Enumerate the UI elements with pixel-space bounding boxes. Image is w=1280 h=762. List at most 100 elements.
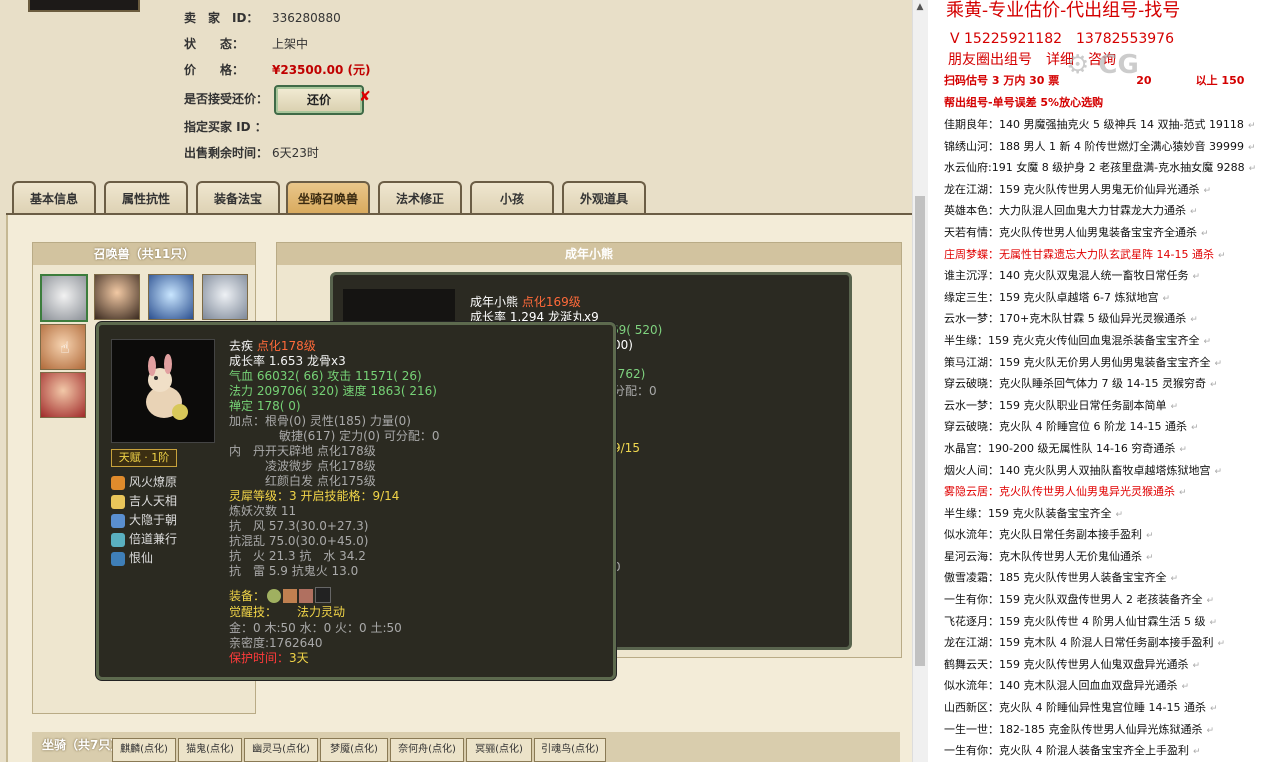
- seller-id-label: 卖 家 ID：: [184, 11, 259, 25]
- tab-child[interactable]: 小孩: [470, 181, 554, 215]
- mount-tab-7[interactable]: 引魂鸟(点化): [534, 738, 606, 762]
- mount-tab-4[interactable]: 梦魇(点化): [320, 738, 388, 762]
- mount-tab-3[interactable]: 幽灵马(点化): [244, 738, 318, 762]
- skill-4: 倍道兼行: [111, 530, 177, 548]
- account-list-item: 策马江湖：159 克火队无价男人男仙男鬼装备宝宝齐全 ↵: [944, 352, 1280, 374]
- account-list-item: 谁主沉浮：140 克火队双鬼混人统一畜牧日常任务 ↵: [944, 265, 1280, 287]
- mount-tab-6[interactable]: 冥骊(点化): [466, 738, 532, 762]
- counter-label: 是否接受还价：: [184, 92, 269, 106]
- back-pet-frag1: 69( 520): [611, 323, 663, 337]
- fire-skill-icon: [111, 475, 125, 490]
- account-list-item-text: 策马江湖：159 克火队无价男人男仙男鬼装备宝宝齐全: [944, 355, 1211, 369]
- awaken-skill: 法力灵动: [297, 605, 346, 619]
- pet-points-1: 加点：根骨(0) 灵性(185) 力量(0): [229, 414, 411, 428]
- neidan-2: 凌波微步 点化178级: [265, 459, 376, 473]
- pet-level: 点化178级: [256, 339, 316, 353]
- mount-tab-2[interactable]: 猫鬼(点化): [178, 738, 242, 762]
- adult-pet-title: 成年小熊: [277, 243, 901, 265]
- tab-attributes[interactable]: 属性抗性: [104, 181, 188, 215]
- remain-row: 出售剩余时间： 6天23时: [184, 144, 319, 162]
- account-list-item-text: 似水流年：140 克木队混人回血血双盘异光通杀: [944, 679, 1178, 693]
- account-list-item-text: 水云仙府:191 女魔 8 级护身 2 老孩里盘满-克水抽女魔 9288: [944, 161, 1245, 175]
- account-list-item-text: 雾隐云居：克火队传世男人仙男鬼异光灵猴通杀: [944, 485, 1175, 499]
- buyer-row: 指定买家 ID ：: [184, 118, 272, 136]
- return-mark-icon: ↵: [1217, 250, 1226, 261]
- summon-thumb-1[interactable]: [40, 274, 88, 322]
- account-list-item-text: 烟火人间：140 克火队男人双抽队畜牧卓越塔炼狱地宫: [944, 463, 1211, 477]
- account-list-item: 庄周梦蝶：无属性甘霖遗忘大力队玄武星阵 14-15 通杀 ↵: [944, 244, 1280, 266]
- resist-wind: 抗 风 57.3(30.0+27.3): [229, 519, 369, 533]
- return-mark-icon: ↵: [1190, 423, 1199, 434]
- account-list-item: 锦绣山河：188 男人 1 新 4 阶传世燃灯全满心猿妙音 39999 ↵: [944, 136, 1280, 158]
- return-mark-icon: ↵: [1179, 488, 1187, 499]
- account-list-item: 缘定三生：159 克火队卓越塔 6-7 炼狱地宫 ↵: [944, 287, 1280, 309]
- resist-thunder: 抗 雷 5.9 抗鬼火 13.0: [229, 564, 359, 578]
- spirit-level: 灵犀等级：3 开启技能格：9/14: [229, 489, 400, 503]
- return-mark-icon: ↵: [1146, 552, 1154, 563]
- summon-thumb-6[interactable]: [40, 372, 86, 418]
- account-list-item: 似水流年：克火队日常任务副本接手盈利 ↵: [944, 524, 1280, 546]
- mount-bar: 坐骑（共7只） 麒麟(点化) 猫鬼(点化) 幽灵马(点化) 梦魇(点化) 奈何舟…: [32, 732, 900, 762]
- account-list-item: 山西新区：克火队 4 阶睡仙异性鬼宫位睡 14-15 通杀 ↵: [944, 697, 1280, 719]
- luck-skill-icon: [111, 494, 125, 509]
- account-list-item-text: 云水一梦：170+克木队甘霖 5 级仙异光灵猴通杀: [944, 312, 1187, 326]
- account-list-item: 天若有情：克火队传世男人仙男鬼装备宝宝齐全通杀 ↵: [944, 222, 1280, 244]
- pet-hp-atk: 气血 66032( 66) 攻击 11571( 26): [229, 369, 422, 383]
- speed-skill-icon: [111, 532, 125, 547]
- return-mark-icon: ↵: [1181, 682, 1190, 693]
- account-list-item: 飞花逐月：159 克火队传世 4 阶男人仙甘霖生活 5 级 ↵: [944, 611, 1280, 633]
- scrollbar-thumb[interactable]: [915, 196, 925, 666]
- seller-id-row: 卖 家 ID： 336280880: [184, 9, 341, 27]
- account-list-item: 半生缘：159 克火克火传仙回血鬼混杀装备宝宝齐全 ↵: [944, 330, 1280, 352]
- summon-thumb-2[interactable]: [94, 274, 140, 320]
- summon-thumb-4[interactable]: [202, 274, 248, 320]
- tab-equipment[interactable]: 装备法宝: [196, 181, 280, 215]
- account-list-item: 穿云破晓：克火队睡杀回气体力 7 级 14-15 灵猴穷奇 ↵: [944, 373, 1280, 395]
- awaken-label: 觉醒技：: [229, 605, 278, 619]
- return-mark-icon: ↵: [1203, 336, 1212, 347]
- skill-3: 大隐于朝: [111, 511, 177, 529]
- back-pet-frag3: (762): [613, 367, 646, 381]
- tab-basic-info[interactable]: 基本信息: [12, 181, 96, 215]
- skill-2-label: 吉人天相: [129, 494, 178, 508]
- mount-tab-5[interactable]: 奈何舟(点化): [390, 738, 464, 762]
- talent-badge: 天赋 · 1阶: [111, 449, 177, 467]
- counter-offer-button[interactable]: 还价: [274, 85, 364, 115]
- tab-mount-summon[interactable]: 坐骑召唤兽: [286, 181, 370, 215]
- equip-1-icon: [267, 589, 281, 603]
- return-mark-icon: ↵: [1170, 401, 1179, 412]
- pet-zen: 禅定 178( 0): [229, 399, 301, 413]
- price-value: ¥23500.00 (元): [272, 63, 371, 77]
- account-list-item: 龙在江湖：159 克火队传世男人男鬼无价仙异光通杀 ↵: [944, 179, 1280, 201]
- resist-fire-water: 抗 火 21.3 抗 水 34.2: [229, 549, 366, 563]
- account-list-item-text: 庄周梦蝶：无属性甘霖遗忘大力队玄武星阵 14-15 通杀: [944, 247, 1214, 261]
- tab-appearance[interactable]: 外观道具: [562, 181, 646, 215]
- return-mark-icon: ↵: [1170, 574, 1179, 585]
- mount-tab-1[interactable]: 麒麟(点化): [112, 738, 176, 762]
- return-mark-icon: ↵: [1190, 315, 1198, 326]
- tab-spell-mod[interactable]: 法术修正: [378, 181, 462, 215]
- pet-tooltip: 天赋 · 1阶 风火燎原 吉人天相 大隐于朝 倍道兼行 恨仙 去疾 点化178级…: [96, 322, 616, 680]
- summon-thumb-3[interactable]: [148, 274, 194, 320]
- return-mark-icon: ↵: [1203, 185, 1212, 196]
- scroll-up-icon[interactable]: ▲: [913, 0, 927, 14]
- return-mark-icon: ↵: [1190, 207, 1198, 218]
- account-list-item: 一生有你：克火队 4 阶混人装备宝宝齐全上手盈利 ↵: [944, 740, 1280, 762]
- return-mark-icon: ↵: [1214, 466, 1223, 477]
- account-list-item: 穿云破晓：克火队 4 阶睡宫位 6 阶龙 14-15 通杀 ↵: [944, 416, 1280, 438]
- return-mark-icon: ↵: [1162, 293, 1170, 304]
- account-list-item-text: 似水流年：克火队日常任务副本接手盈利: [944, 528, 1142, 542]
- account-list-item-text: 锦绣山河：188 男人 1 新 4 阶传世燃灯全满心猿妙音 39999: [944, 139, 1244, 153]
- pet-name: 去疾: [229, 339, 254, 353]
- top-thumbnail: [28, 0, 140, 12]
- return-mark-icon: ↵: [1206, 725, 1215, 736]
- counter-row: 是否接受还价：: [184, 90, 272, 108]
- price-label: 价 格：: [184, 63, 245, 77]
- pet-portrait-icon: [146, 354, 188, 420]
- hate-skill-icon: [111, 551, 125, 566]
- return-mark-icon: ↵: [1192, 272, 1201, 283]
- account-list-item: 云水一梦：159 克火队职业日常任务副本简单 ↵: [944, 395, 1280, 417]
- skill-5-label: 恨仙: [129, 551, 154, 565]
- ad-title: 乘黄-专业估价-代出组号-找号: [946, 0, 1181, 21]
- equip-2-icon: [283, 589, 297, 603]
